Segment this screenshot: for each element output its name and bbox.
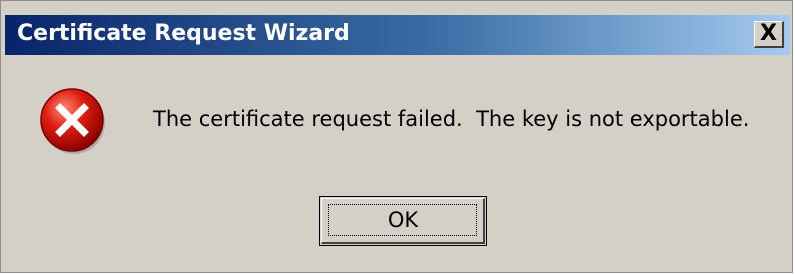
error-icon bbox=[40, 88, 105, 154]
ok-button[interactable]: OK bbox=[319, 196, 487, 246]
certificate-request-dialog: Certificate Request Wizard X The certifi… bbox=[0, 0, 793, 273]
window-title: Certificate Request Wizard bbox=[17, 21, 350, 46]
close-button[interactable]: X bbox=[754, 21, 784, 48]
ok-button-label: OK bbox=[387, 208, 419, 232]
close-icon: X bbox=[760, 21, 777, 46]
title-bar[interactable]: Certificate Request Wizard X bbox=[5, 15, 790, 55]
error-message: The certificate request failed. The key … bbox=[153, 107, 750, 131]
